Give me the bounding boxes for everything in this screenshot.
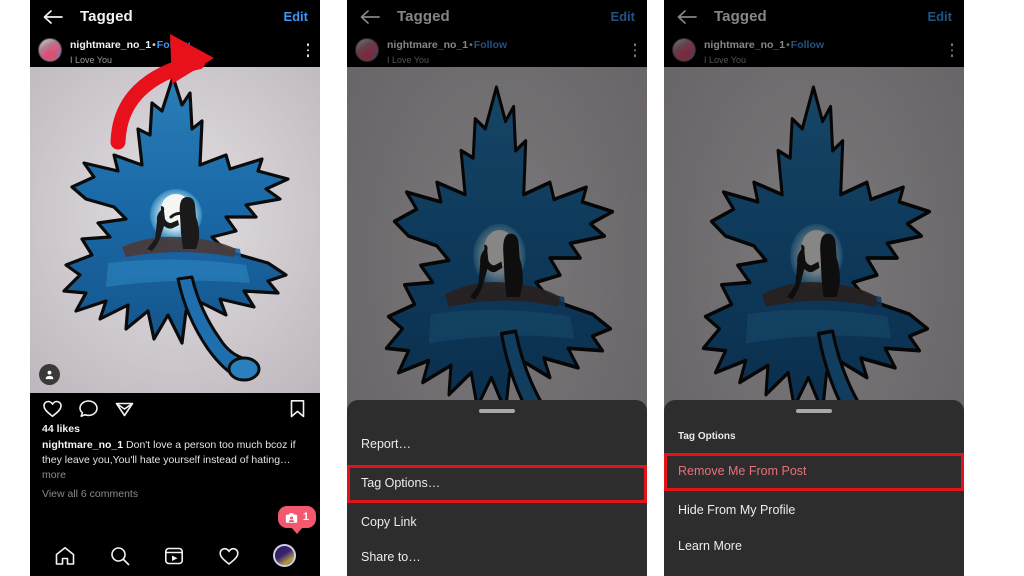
search-icon[interactable] — [109, 545, 131, 567]
view-comments-link[interactable]: View all 6 comments — [42, 488, 308, 500]
menu-item-hide-from-my-profile[interactable]: Hide From My Profile — [664, 493, 964, 529]
menu-item-remove-me-from-post[interactable]: Remove Me From Post — [664, 453, 964, 491]
reels-icon[interactable] — [163, 545, 185, 567]
bottom-navigation — [30, 535, 320, 576]
panel-tag-options: Tagged Edit nightmare_no_1•Follow I Love… — [664, 0, 964, 576]
caption-author[interactable]: nightmare_no_1 — [42, 439, 123, 451]
screenshot-stage: Tagged Edit nightmare_no_1•Follow I Love… — [0, 0, 1024, 576]
menu-item-tag-options[interactable]: Tag Options… — [347, 464, 647, 503]
likes-count[interactable]: 44 likes — [42, 423, 308, 435]
sheet-section-title: Tag Options — [678, 431, 736, 442]
drag-handle-icon[interactable] — [479, 409, 515, 413]
drag-handle-icon[interactable] — [796, 409, 832, 413]
app-bar: Tagged Edit — [30, 0, 320, 33]
post-actions — [30, 393, 320, 423]
notification-count: 1 — [302, 511, 309, 523]
heart-icon[interactable] — [218, 545, 240, 567]
bookmark-icon[interactable] — [287, 398, 308, 419]
tagged-people-icon[interactable] — [39, 364, 60, 385]
panel-post: Tagged Edit nightmare_no_1•Follow I Love… — [30, 0, 320, 576]
menu-item-report[interactable]: Report… — [347, 427, 647, 463]
post-artwork[interactable] — [30, 67, 320, 393]
avatar[interactable] — [38, 38, 62, 62]
post-header: nightmare_no_1•Follow I Love You — [30, 33, 320, 67]
username[interactable]: nightmare_no_1 — [70, 39, 151, 51]
menu-item-learn-more[interactable]: Learn More — [664, 529, 964, 565]
caption-block: 44 likes nightmare_no_1 Don't love a per… — [30, 423, 320, 500]
menu-item-share-to[interactable]: Share to… — [347, 540, 647, 576]
profile-avatar-icon[interactable] — [272, 544, 296, 567]
more-options-icon[interactable] — [306, 43, 310, 57]
menu-item-copy-link[interactable]: Copy Link — [347, 505, 647, 541]
home-icon[interactable] — [54, 545, 76, 567]
follow-button[interactable]: Follow — [157, 39, 190, 51]
heart-icon[interactable] — [42, 398, 63, 419]
tag-notification-icon — [285, 511, 298, 523]
post-options-sheet: Report… Tag Options… Copy Link Share to… — [347, 400, 647, 576]
caption-more-button[interactable]: more — [42, 469, 308, 481]
post-author-row: nightmare_no_1•Follow — [70, 39, 190, 51]
sheet-title-wrap: Tag Options — [664, 427, 964, 451]
tag-notification-badge[interactable]: 1 — [277, 506, 316, 528]
separator-dot: • — [152, 39, 156, 52]
comment-bubble-icon[interactable] — [78, 398, 99, 419]
post-author-block: nightmare_no_1•Follow I Love You — [70, 35, 190, 65]
edit-button[interactable]: Edit — [283, 9, 308, 24]
tag-options-sheet: Tag Options Remove Me From Post Hide Fro… — [664, 400, 964, 576]
panel-post-menu: Tagged Edit nightmare_no_1•Follow I Love… — [347, 0, 647, 576]
page-title: Tagged — [80, 8, 133, 25]
back-arrow-icon[interactable] — [42, 8, 64, 26]
post-subtitle: I Love You — [70, 54, 113, 65]
caption: nightmare_no_1 Don't love a person too m… — [42, 438, 308, 468]
share-paperplane-icon[interactable] — [114, 398, 135, 419]
